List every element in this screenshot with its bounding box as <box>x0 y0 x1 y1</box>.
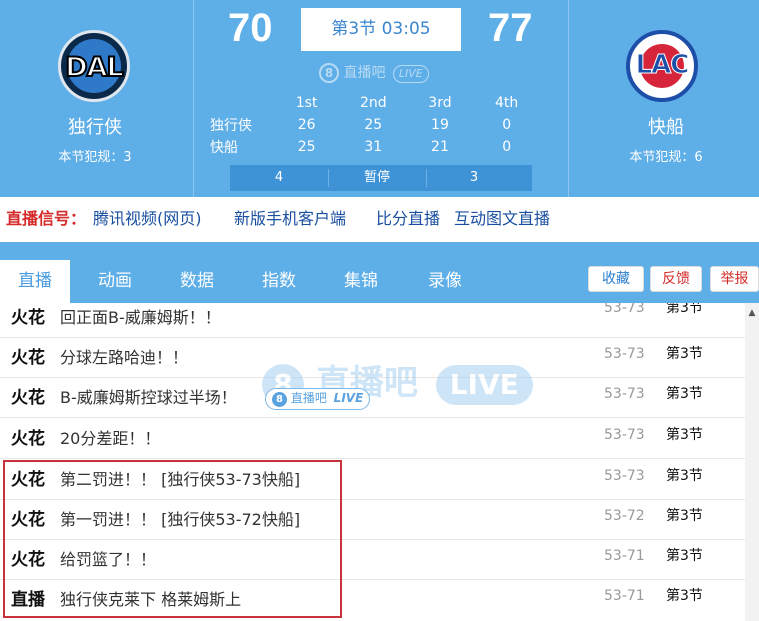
timeouts-bar: 4 暂停 3 <box>230 165 532 191</box>
feed-period: 第3节 <box>666 468 703 484</box>
brand-live: LIVE <box>392 65 429 83</box>
favorite-button[interactable]: 收藏 <box>588 266 644 292</box>
feed-score: 53-71 <box>604 548 645 564</box>
signal-label: 直播信号： <box>6 209 87 228</box>
feed-text: 20分差距！！ <box>60 429 161 448</box>
feed-scrollbar[interactable]: ▲ <box>745 303 759 621</box>
home-team[interactable]: DAL 独行侠 本节犯规：3 <box>0 0 190 197</box>
feed-period: 第3节 <box>666 548 703 564</box>
divider <box>568 0 569 197</box>
feed-score: 53-71 <box>604 588 645 604</box>
quarter-header-row: 1st 2nd 3rd 4th <box>210 92 540 114</box>
highlight-annotation-box <box>3 460 342 618</box>
feed-author: 火花 <box>11 308 45 328</box>
quarter-team-label: 独行侠 <box>210 118 252 134</box>
quarter-cell: 26 <box>297 117 316 133</box>
feed-row: 火花 B-威廉姆斯控球过半场！ 53-73 第3节 <box>0 378 745 418</box>
away-logo-text: LAC <box>635 50 690 81</box>
dal-logo: DAL <box>58 30 130 102</box>
feed-score: 53-73 <box>604 346 645 362</box>
feed-score: 53-72 <box>604 508 645 524</box>
feed-period: 第3节 <box>666 346 703 362</box>
home-score: 70 <box>228 6 273 50</box>
quarter-cell: 31 <box>364 139 383 155</box>
quarter-cell: 0 <box>502 139 512 155</box>
signal-link-text[interactable]: 互动图文直播 <box>454 197 550 241</box>
away-score: 77 <box>488 6 533 50</box>
feed-score: 53-73 <box>604 468 645 484</box>
quarter-cell: 25 <box>364 117 383 133</box>
signal-link-tencent[interactable]: 腾讯视频(网页) <box>93 197 202 241</box>
away-team-name: 快船 <box>648 117 684 138</box>
scoreboard: DAL 独行侠 本节犯规：3 70 第3节 03:05 77 8 直播吧 LIV… <box>0 0 759 197</box>
feed-author: 火花 <box>11 348 45 368</box>
brand-badge: 8 <box>319 63 339 83</box>
feed-period: 第3节 <box>666 588 703 604</box>
tab-data[interactable]: 数据 <box>162 260 232 303</box>
feed-score: 53-73 <box>604 386 645 402</box>
feed-row: 火花 回正面B-威廉姆斯！！ 53-73 第3节 <box>0 303 745 338</box>
quarter-cell: 19 <box>431 117 449 133</box>
feed-score: 53-73 <box>604 303 645 316</box>
feed-period: 第3节 <box>666 386 703 402</box>
feed-text: B-威廉姆斯控球过半场！ <box>60 388 237 407</box>
home-team-fouls: 本节犯规：3 <box>58 150 132 165</box>
feed-author: 火花 <box>11 429 45 449</box>
tab-index[interactable]: 指数 <box>244 260 314 303</box>
feed-text: 分球左路哈迪！！ <box>60 348 189 367</box>
quarter-header: 1st <box>295 95 318 111</box>
tab-highlights[interactable]: 集锦 <box>326 260 396 303</box>
tab-live[interactable]: 直播 <box>0 260 70 303</box>
signal-link-app[interactable]: 新版手机客户端 <box>234 197 346 241</box>
home-logo-text: DAL <box>64 51 125 84</box>
feed-row: 火花 20分差距！！ 53-73 第3节 <box>0 419 745 459</box>
quarter-row-away: 快船 25 31 21 0 <box>210 136 540 158</box>
quarter-cell: 21 <box>431 139 449 155</box>
away-team[interactable]: LAC 快船 本节犯规：6 <box>571 0 759 197</box>
quarter-row-home: 独行侠 26 25 19 0 <box>210 114 540 136</box>
feedback-button[interactable]: 反馈 <box>650 266 702 292</box>
mini-badge-name: 直播吧 <box>290 391 327 405</box>
tab-animation[interactable]: 动画 <box>80 260 150 303</box>
inline-brand-badge: 8 直播吧 LIVE <box>265 388 371 410</box>
quarter-cell: 0 <box>502 117 512 133</box>
mini-badge-live: LIVE <box>333 391 364 405</box>
feed-score: 53-73 <box>604 427 645 443</box>
feed-period: 第3节 <box>666 303 703 316</box>
brand-name: 直播吧 <box>343 65 386 81</box>
quarter-team-label: 快船 <box>210 140 238 156</box>
feed-row: 火花 分球左路哈迪！！ 53-73 第3节 <box>0 338 745 378</box>
away-timeouts: 3 <box>469 170 479 185</box>
feed-period: 第3节 <box>666 427 703 443</box>
brand-logo: 8 直播吧 LIVE <box>319 63 429 83</box>
tab-bar: 直播 动画 数据 指数 集锦 录像 收藏 反馈 举报 <box>0 242 759 303</box>
signal-link-score[interactable]: 比分直播 <box>376 197 440 241</box>
quarter-score-table: 1st 2nd 3rd 4th 独行侠 26 25 19 0 快船 25 31 … <box>210 92 540 158</box>
lac-logo: LAC <box>626 30 698 102</box>
feed-author: 火花 <box>11 388 45 408</box>
broadcast-signals: 直播信号： 腾讯视频(网页) 新版手机客户端 比分直播 互动图文直播 <box>0 197 759 242</box>
report-button[interactable]: 举报 <box>710 266 759 292</box>
quarter-cell: 25 <box>297 139 316 155</box>
scroll-up-arrow-icon[interactable]: ▲ <box>745 307 759 319</box>
tab-replay[interactable]: 录像 <box>410 260 480 303</box>
home-team-name: 独行侠 <box>68 117 122 138</box>
quarter-header: 3rd <box>428 95 452 111</box>
home-timeouts: 4 <box>274 170 284 185</box>
mini-badge-icon: 8 <box>272 392 287 407</box>
away-team-fouls: 本节犯规：6 <box>629 150 703 165</box>
period-clock: 第3节 03:05 <box>301 8 461 51</box>
feed-text: 回正面B-威廉姆斯！！ <box>60 308 221 327</box>
score-center: 70 第3节 03:05 77 8 直播吧 LIVE 1st 2nd 3rd 4… <box>194 0 570 197</box>
quarter-header: 2nd <box>359 95 387 111</box>
quarter-header: 4th <box>495 95 519 111</box>
feed-period: 第3节 <box>666 508 703 524</box>
timeouts-label: 暂停 <box>363 170 390 185</box>
live-feed[interactable]: 火花 回正面B-威廉姆斯！！ 53-73 第3节 火花 分球左路哈迪！！ 53-… <box>0 303 745 621</box>
